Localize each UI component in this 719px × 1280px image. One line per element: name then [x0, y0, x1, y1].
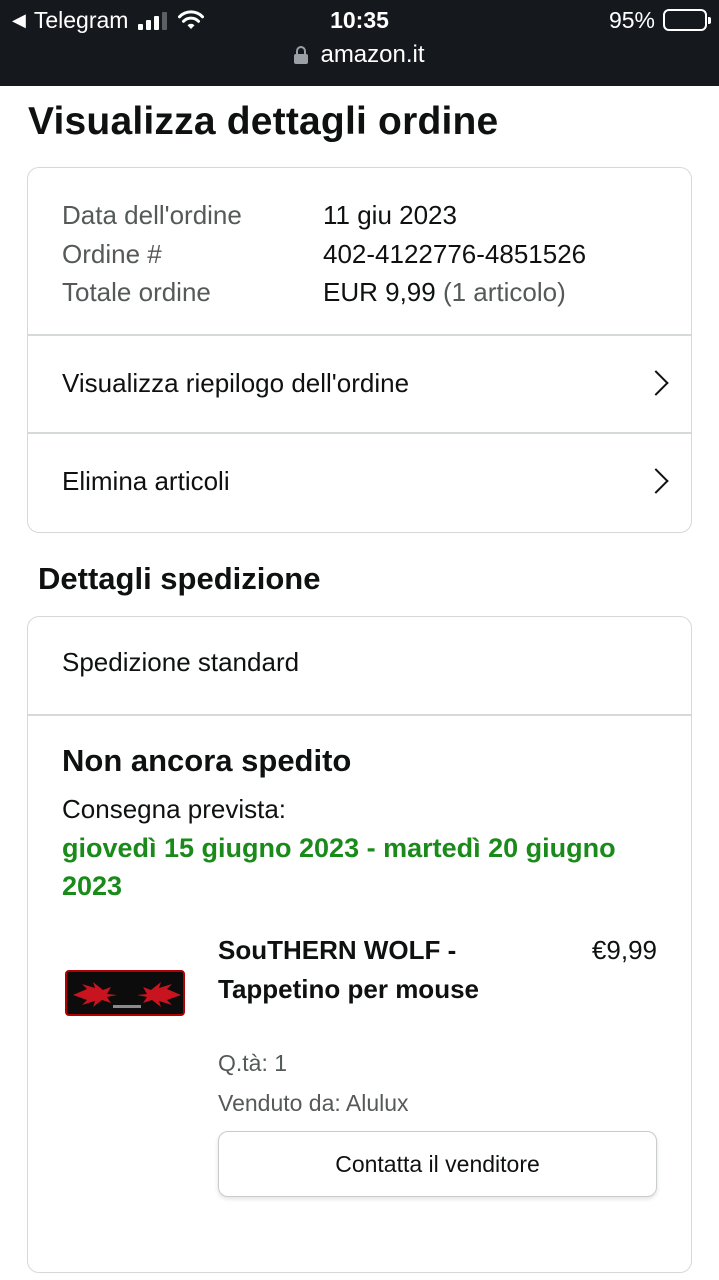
battery-percent: 95% [608, 6, 655, 33]
divider [28, 714, 691, 716]
shipment-status: Non ancora spedito [62, 743, 352, 778]
view-order-summary-label: Visualizza riepilogo dell'ordine [62, 367, 410, 398]
mousepad-thumbnail [67, 972, 183, 1014]
delete-items-link[interactable]: Elimina articoli [28, 433, 691, 529]
order-date-row: Data dell'ordine 11 giu 2023 [62, 196, 586, 235]
chevron-right-icon [643, 468, 669, 494]
order-date-label: Data dell'ordine [62, 200, 242, 230]
order-date-value: 11 giu 2023 [323, 200, 457, 230]
delivery-label: Consegna prevista: [62, 794, 287, 824]
order-total-value: EUR 9,99 (1 articolo) [323, 273, 566, 312]
lock-icon [294, 46, 309, 64]
product-quantity: Q.tà: 1 [218, 1050, 288, 1076]
status-bar: ◀ Telegram 10:35 95% amazon.it [0, 0, 719, 86]
product-seller: Venduto da: Alulux [218, 1090, 409, 1116]
order-item-count: (1 articolo) [442, 277, 566, 307]
page-title: Visualizza dettagli ordine [28, 100, 499, 143]
battery-icon [663, 9, 711, 31]
order-total-row: Totale ordine EUR 9,99 (1 articolo) [62, 273, 586, 312]
contact-seller-button[interactable]: Contatta il venditore [218, 1131, 657, 1197]
order-total-amount: EUR 9,99 [323, 277, 436, 307]
order-total-label: Totale ordine [62, 277, 211, 307]
product-image[interactable] [65, 970, 185, 1016]
delete-items-label: Elimina articoli [62, 465, 230, 496]
chevron-right-icon [643, 370, 669, 396]
shipping-method: Spedizione standard [62, 647, 300, 677]
url-bar[interactable]: amazon.it [0, 38, 719, 72]
order-number-row: Ordine # 402-4122776-4851526 [62, 235, 586, 274]
order-info: Data dell'ordine 11 giu 2023 Ordine # 40… [62, 196, 586, 312]
delivery-date: giovedì 15 giugno 2023 - martedì 20 giug… [62, 833, 616, 901]
status-right: 95% [608, 6, 711, 34]
order-number-label: Ordine # [62, 238, 162, 269]
order-summary-card: Data dell'ordine 11 giu 2023 Ordine # 40… [27, 167, 692, 533]
product-price: €9,99 [591, 935, 657, 965]
product-title[interactable]: SouTHERN WOLF - Tappetino per mouse [218, 931, 518, 1009]
url-text[interactable]: amazon.it [320, 41, 424, 69]
shipping-section-title: Dettagli spedizione [38, 561, 321, 596]
shipping-card: Spedizione standard Non ancora spedito C… [27, 616, 692, 1273]
view-order-summary-link[interactable]: Visualizza riepilogo dell'ordine [28, 335, 691, 431]
order-number-value: 402-4122776-4851526 [323, 238, 587, 269]
